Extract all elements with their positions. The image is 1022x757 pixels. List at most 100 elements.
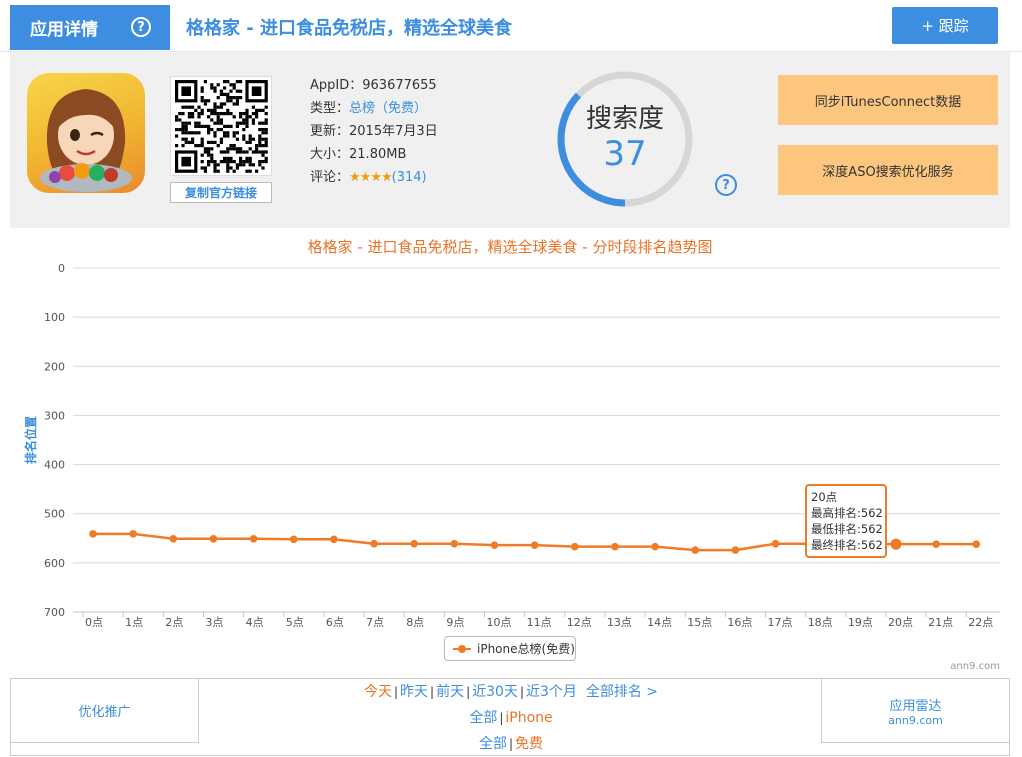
chart-watermark: ann9.com — [950, 661, 1000, 672]
data-point[interactable] — [129, 530, 137, 538]
app-radar-sub: ann9.com — [888, 714, 943, 727]
legend-series-name: iPhone总榜(免费) — [477, 642, 575, 656]
data-point[interactable] — [890, 538, 902, 550]
x-tick-label: 5点 — [286, 616, 304, 628]
x-tick-label: 18点 — [808, 616, 833, 628]
y-tick-label: 0 — [58, 262, 65, 275]
updated-row: 更新：2015年7月3日 — [310, 124, 438, 139]
chart-plot: 0 100 200 300 400 500 600 700 排名位置 0点 1点 2点 3点 4点 5点 6点… — [23, 262, 1000, 628]
x-tick-label: 12点 — [567, 616, 592, 628]
top-bar: 应用详情 ? 格格家 - 进口食品免税店，精选全球美食 + 跟踪 — [0, 0, 1022, 52]
review-count-link[interactable]: (314) — [392, 170, 427, 185]
x-tick-label: 6点 — [326, 616, 344, 628]
x-tick-label: 17点 — [768, 616, 793, 628]
chart-legend[interactable]: iPhone总榜(免费) — [444, 636, 576, 661]
tooltip-title: 20点 — [811, 490, 838, 504]
range-filters: 今天 | 昨天 | 前天 | 近30天 | 近3个月 全部排名 > 全部 | iPhone 全部 | 免… — [199, 679, 823, 757]
x-tick-label: 14点 — [647, 616, 672, 628]
range-row: 今天 | 昨天 | 前天 | 近30天 | 近3个月 全部排名 > — [363, 684, 659, 700]
all-rankings-link[interactable]: 全部排名 > — [586, 684, 658, 700]
data-point[interactable] — [530, 541, 539, 549]
track-button[interactable]: + 跟踪 — [892, 7, 998, 44]
rank-trend-chart: 格格家 - 进口食品免税店，精选全球美食 - 分时段排名趋势图 0 100 200 3… — [10, 228, 1010, 678]
price-free[interactable]: 免费 — [515, 736, 543, 752]
x-tick-label: 11点 — [527, 616, 552, 628]
x-tick-label: 15点 — [687, 616, 712, 628]
section-label-text: 应用详情 — [30, 20, 98, 40]
data-point[interactable] — [289, 535, 298, 544]
aso-service-button[interactable]: 深度ASO搜索优化服务 — [778, 145, 998, 195]
appid-value: 963677655 — [362, 78, 437, 93]
x-tick-label: 7点 — [366, 616, 384, 628]
range-30-days[interactable]: 近30天 — [472, 684, 518, 700]
data-point[interactable] — [169, 534, 178, 543]
x-tick-label: 10点 — [487, 616, 512, 628]
data-point[interactable] — [651, 542, 659, 551]
device-iphone[interactable]: iPhone — [505, 710, 552, 726]
data-point[interactable] — [932, 540, 940, 548]
data-point[interactable] — [972, 540, 981, 548]
help-icon[interactable]: ? — [131, 17, 151, 37]
data-point[interactable] — [370, 539, 378, 548]
data-point[interactable] — [771, 539, 780, 548]
rating-row: 评论：★★★★(314) — [310, 170, 427, 185]
data-point[interactable] — [410, 539, 419, 548]
sync-itunes-button[interactable]: 同步iTunesConnect数据 — [778, 75, 998, 125]
range-3-months[interactable]: 近3个月 — [526, 684, 577, 700]
tooltip-line-low: 最低排名:562 — [811, 522, 883, 536]
x-tick-label: 4点 — [246, 616, 264, 628]
qr-code — [170, 76, 272, 176]
x-tick-label: 20点 — [888, 616, 913, 628]
y-tick-label: 400 — [44, 459, 65, 472]
type-row: 类型：总榜（免费） — [310, 101, 428, 116]
x-tick-label: 19点 — [848, 616, 873, 628]
search-index-label: 搜索度 — [585, 104, 664, 134]
updated-value: 2015年7月3日 — [349, 124, 438, 139]
y-tick-label: 600 — [44, 557, 65, 570]
promotion-link[interactable]: 优化推广 — [11, 679, 199, 743]
range-today[interactable]: 今天 — [364, 684, 392, 700]
data-point[interactable] — [450, 539, 459, 548]
x-tick-label: 8点 — [406, 616, 424, 628]
range-yesterday[interactable]: 昨天 — [400, 684, 428, 700]
app-info-panel: 复制官方链接 AppID：963677655 类型：总榜（免费） 更新：2015… — [10, 52, 1010, 228]
x-tick-label: 3点 — [205, 616, 223, 628]
app-radar-title: 应用雷达 — [889, 699, 942, 714]
qr-code-image — [175, 80, 268, 173]
x-tick-label: 21点 — [928, 616, 953, 628]
search-index-gauge: 搜索度 37 — [555, 68, 695, 210]
type-value[interactable]: 总榜（免费） — [349, 101, 427, 116]
x-tick-label: 1点 — [125, 616, 143, 628]
legend-marker-icon — [453, 644, 471, 653]
x-tick-label: 9点 — [446, 616, 464, 628]
data-point[interactable] — [571, 542, 579, 551]
data-point[interactable] — [330, 535, 338, 544]
data-point[interactable] — [691, 546, 700, 554]
data-point[interactable] — [209, 534, 218, 543]
app-meta: AppID：963677655 类型：总榜（免费） 更新：2015年7月3日 大… — [310, 74, 438, 189]
app-radar-link[interactable]: 应用雷达 ann9.com — [821, 679, 1009, 743]
x-tick-label: 13点 — [607, 616, 632, 628]
x-tick-label: 22点 — [968, 616, 993, 628]
search-index-help-icon[interactable]: ? — [715, 174, 737, 196]
price-row: 全部 | 免费 — [478, 736, 544, 752]
tooltip-line-final: 最终排名:562 — [811, 538, 883, 552]
x-tick-label: 0点 — [85, 616, 103, 628]
y-tick-label: 300 — [44, 409, 65, 422]
price-all[interactable]: 全部 — [479, 736, 507, 752]
x-tick-label: 16点 — [727, 616, 752, 628]
range-day-before[interactable]: 前天 — [436, 684, 464, 700]
size-row: 大小：21.80MB — [310, 147, 407, 162]
size-value: 21.80MB — [349, 147, 407, 162]
y-tick-label: 700 — [44, 606, 65, 619]
y-axis-label: 排名位置 — [23, 416, 38, 464]
appid-row: AppID：963677655 — [310, 78, 437, 93]
data-point[interactable] — [611, 542, 619, 551]
data-point[interactable] — [490, 541, 499, 549]
data-point[interactable] — [249, 534, 258, 543]
copy-official-link-button[interactable]: 复制官方链接 — [170, 182, 272, 203]
device-all[interactable]: 全部 — [469, 710, 497, 726]
data-point[interactable] — [731, 546, 740, 554]
data-point[interactable] — [89, 530, 97, 538]
search-index-value: 37 — [603, 134, 647, 174]
